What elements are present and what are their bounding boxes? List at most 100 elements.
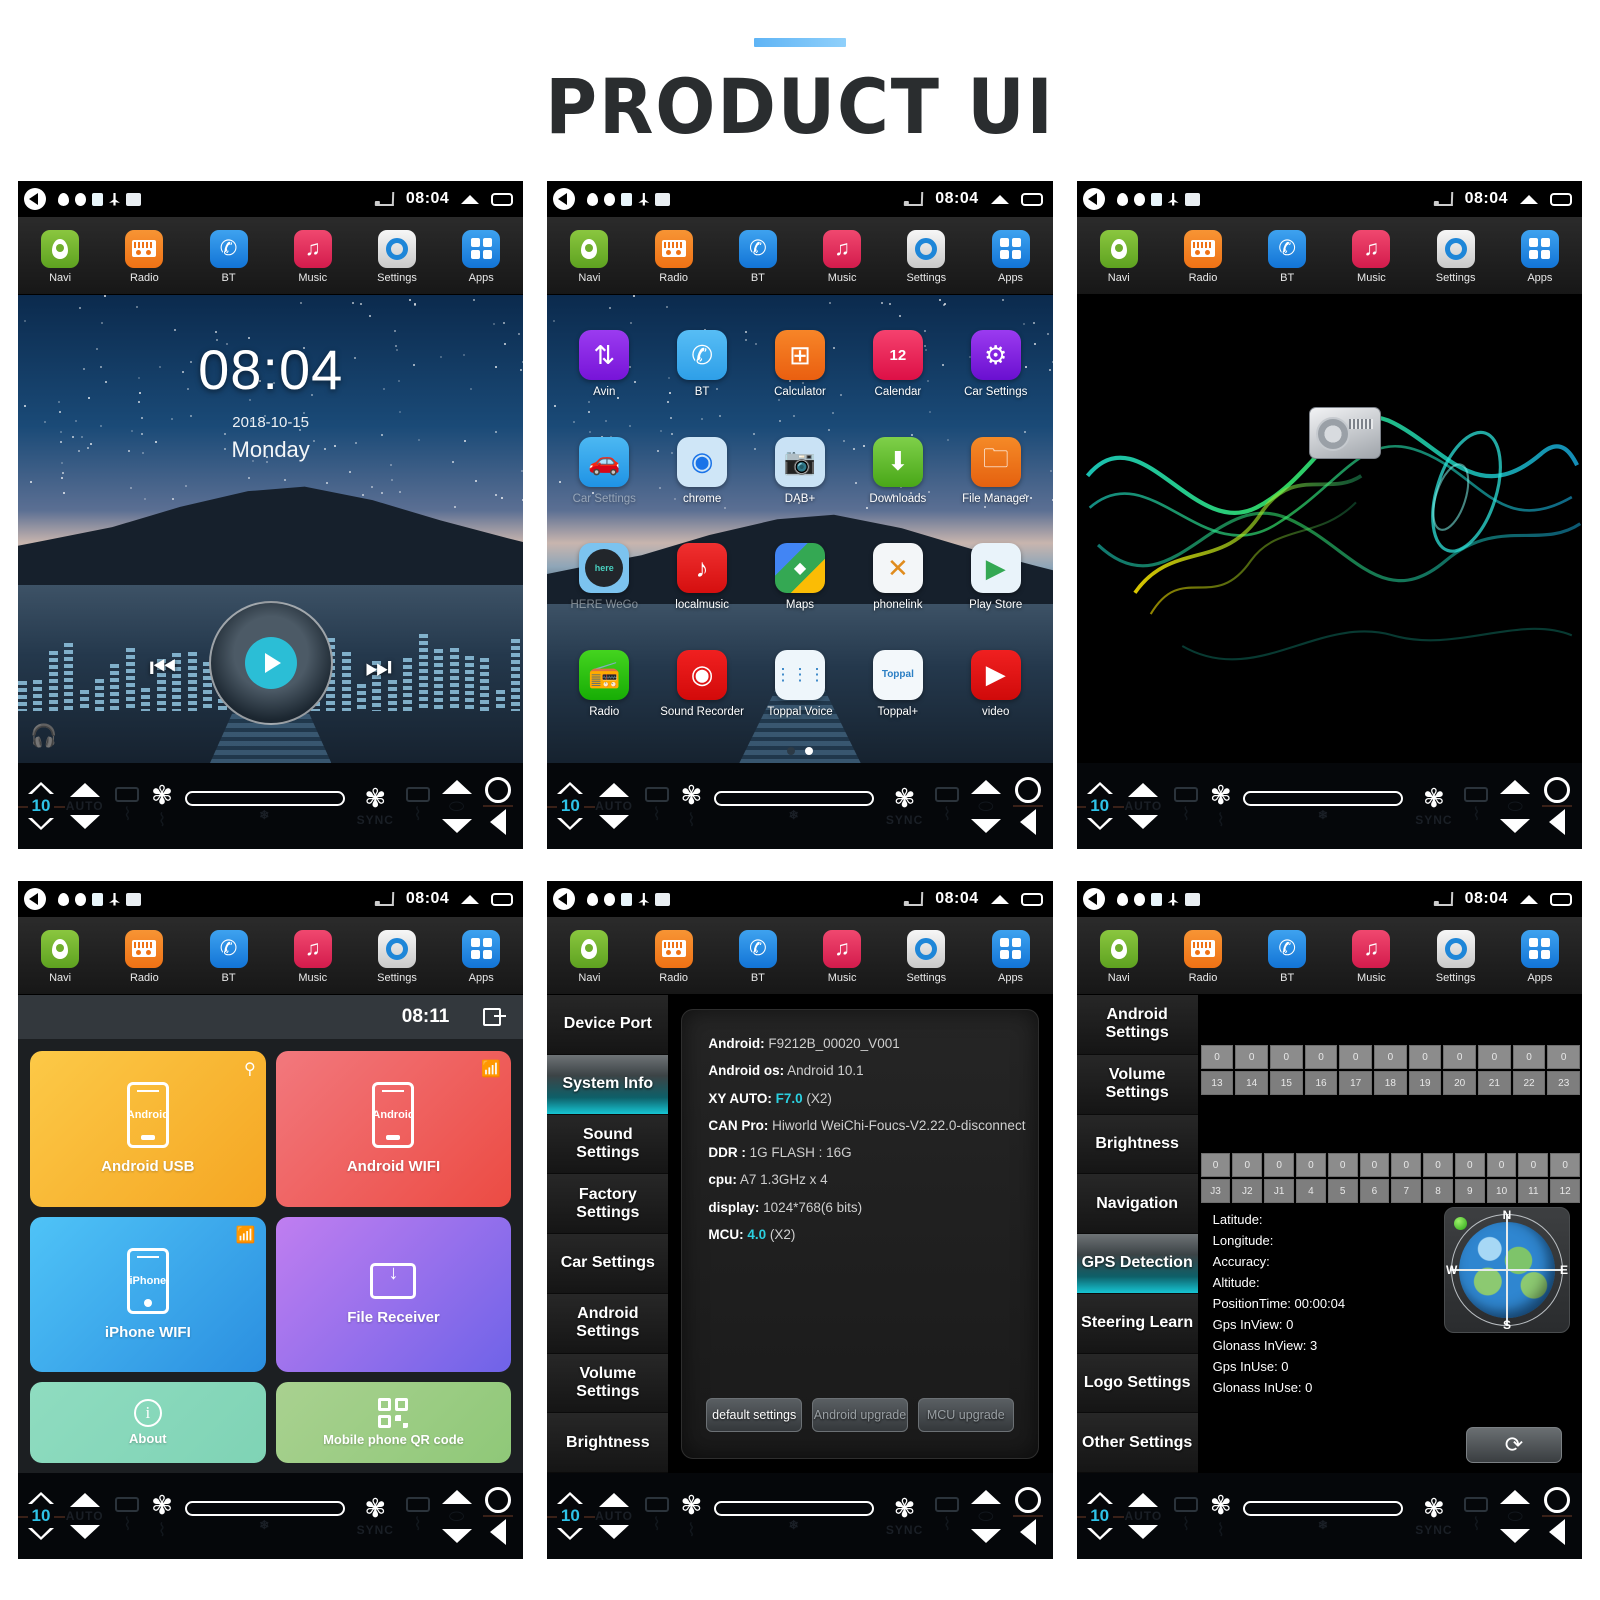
window-icon[interactable] <box>491 892 514 906</box>
nav-item-apps[interactable]: Apps <box>970 929 1051 984</box>
temp-up-icon[interactable] <box>441 1489 472 1504</box>
headphone-icon[interactable]: 🎧 <box>30 723 57 749</box>
window-icon[interactable] <box>1550 892 1572 906</box>
sidebar-item-logo-settings[interactable]: Logo Settings <box>1076 1353 1198 1414</box>
fan-left-button[interactable]: ✾ ⌇ <box>681 1492 703 1541</box>
nav-item-radio[interactable]: Radio <box>633 229 714 284</box>
sidebar-item-device-port[interactable]: Device Port <box>547 995 669 1055</box>
power-icon[interactable] <box>485 1487 512 1513</box>
rear-defrost-control[interactable]: ⌇ <box>935 1497 960 1535</box>
fan-up-icon[interactable] <box>599 783 630 797</box>
power-icon[interactable] <box>485 777 512 803</box>
play-button[interactable] <box>208 601 333 725</box>
app-file-manager[interactable]: 🗀 File Manager <box>947 436 1045 505</box>
mcu-upgrade-button[interactable]: MCU upgrade <box>917 1398 1014 1432</box>
defrost-icon[interactable] <box>115 787 140 802</box>
temp-down-icon[interactable] <box>28 1528 54 1540</box>
nav-item-settings[interactable]: Settings <box>357 929 438 984</box>
fan-icon[interactable]: ✾ <box>1423 1495 1445 1521</box>
defrost-control[interactable]: ⌇ <box>1174 787 1199 825</box>
nav-item-radio[interactable]: Radio <box>1163 929 1244 984</box>
fan-speed-control[interactable]: AUTO <box>595 1493 633 1539</box>
app-phonelink[interactable]: ✕ phonelink <box>849 543 947 611</box>
sidebar-item-android-settings[interactable]: Android Settings <box>547 1293 669 1354</box>
page-indicator[interactable] <box>547 747 1052 755</box>
rear-defrost-icon[interactable] <box>1464 1497 1489 1512</box>
nav-item-apps[interactable]: Apps <box>1499 229 1580 284</box>
nav-item-radio[interactable]: Radio <box>104 229 185 284</box>
power-control[interactable] <box>483 777 514 835</box>
chevron-up-icon[interactable] <box>990 894 1009 904</box>
back-triangle-icon[interactable] <box>490 809 507 835</box>
mode-slot[interactable]: ❄ <box>1243 790 1404 822</box>
nav-item-apps[interactable]: Apps <box>441 929 522 984</box>
fan-up-icon[interactable] <box>599 1493 630 1507</box>
power-icon[interactable] <box>1543 777 1570 803</box>
back-icon[interactable] <box>24 188 46 210</box>
fan-icon[interactable]: ✾ <box>1423 785 1445 811</box>
fan-speed-control[interactable]: AUTO <box>66 783 104 829</box>
tile-about[interactable]: i About <box>30 1382 266 1463</box>
nav-item-bt[interactable]: ✆ BT <box>1247 229 1328 284</box>
page-dot[interactable] <box>786 747 795 755</box>
temp-up-icon[interactable] <box>1086 782 1113 794</box>
rear-defrost-control[interactable]: ⌇ <box>1464 787 1489 825</box>
back-triangle-icon[interactable] <box>490 1519 507 1545</box>
app-radio[interactable]: 📻 Radio <box>555 649 653 718</box>
fan-icon[interactable]: ✾ <box>151 782 173 808</box>
window-icon[interactable] <box>1550 192 1572 206</box>
cast-icon[interactable] <box>905 192 924 206</box>
temp-up-icon[interactable] <box>28 1492 54 1504</box>
temp-down-icon[interactable] <box>1086 818 1113 830</box>
sidebar-item-steering-learn[interactable]: Steering Learn <box>1076 1293 1198 1354</box>
rear-defrost-icon[interactable] <box>405 787 430 802</box>
rear-defrost-control[interactable]: ⌇ <box>935 787 960 825</box>
passenger-temp-control[interactable]: ⬭ <box>970 779 1001 833</box>
fan-icon[interactable]: ✾ <box>894 1495 916 1521</box>
sidebar-item-android-settings[interactable]: Android Settings <box>1076 995 1198 1055</box>
back-icon[interactable] <box>553 888 576 910</box>
app-toppal-voice[interactable]: ⋮⋮⋮ Toppal Voice <box>751 649 849 718</box>
mode-slot[interactable]: ❄ <box>1243 1500 1404 1532</box>
nav-item-bt[interactable]: ✆ BT <box>188 929 269 984</box>
back-triangle-icon[interactable] <box>1548 1519 1565 1545</box>
cast-icon[interactable] <box>376 892 395 906</box>
exit-icon[interactable] <box>483 1008 507 1026</box>
app-localmusic[interactable]: ♪ localmusic <box>653 543 751 611</box>
fan-icon[interactable]: ✾ <box>1210 782 1232 808</box>
slot-icon[interactable] <box>1243 790 1404 806</box>
temp-down-icon[interactable] <box>557 1528 584 1540</box>
nav-item-settings[interactable]: Settings <box>886 229 967 284</box>
sidebar-item-brightness[interactable]: Brightness <box>547 1413 669 1473</box>
chevron-up-icon[interactable] <box>990 194 1009 204</box>
fan-icon[interactable]: ✾ <box>1210 1492 1232 1518</box>
temp-up-icon[interactable] <box>1500 1489 1531 1504</box>
nav-item-settings[interactable]: Settings <box>1415 929 1496 984</box>
nav-item-radio[interactable]: Radio <box>104 929 185 984</box>
fan-up-icon[interactable] <box>1128 1493 1159 1507</box>
defrost-icon[interactable] <box>644 787 669 802</box>
fan-right-button[interactable]: ✾ SYNC <box>357 1495 394 1537</box>
tile-iphone-wifi[interactable]: 📶 iPhone iPhone WIFI <box>30 1216 266 1373</box>
nav-item-navi[interactable]: Navi <box>20 929 101 984</box>
fan-left-button[interactable]: ✾ ⌇ <box>1210 1492 1232 1541</box>
driver-temp-control[interactable]: 10 <box>1076 782 1124 830</box>
temp-down-icon[interactable] <box>441 818 472 833</box>
slot-icon[interactable] <box>714 1500 875 1516</box>
rear-defrost-control[interactable]: ⌇ <box>1464 1497 1489 1535</box>
nav-item-music[interactable]: ♫ Music <box>1331 229 1412 284</box>
fan-speed-control[interactable]: AUTO <box>1124 1493 1162 1539</box>
next-track-button[interactable]: ⏭ <box>365 651 392 685</box>
window-icon[interactable] <box>1020 892 1043 906</box>
fan-left-button[interactable]: ✾ ⌇ <box>151 782 173 831</box>
nav-item-radio[interactable]: Radio <box>633 929 714 984</box>
slot-icon[interactable] <box>184 790 345 806</box>
mode-slot[interactable]: ❄ <box>184 1500 345 1532</box>
fan-up-icon[interactable] <box>1128 783 1159 797</box>
power-control[interactable] <box>483 1487 514 1545</box>
window-icon[interactable] <box>1020 192 1043 206</box>
back-icon[interactable] <box>553 188 576 210</box>
nav-item-apps[interactable]: Apps <box>1499 929 1580 984</box>
defrost-control[interactable]: ⌇ <box>644 787 669 825</box>
cast-icon[interactable] <box>1435 892 1453 906</box>
